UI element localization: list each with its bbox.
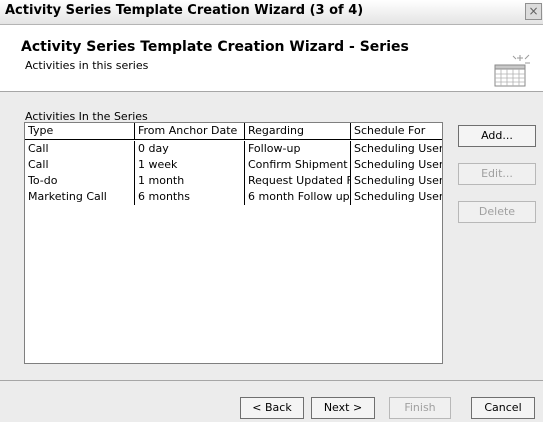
cell-regarding: Confirm Shipment bbox=[245, 157, 351, 173]
page-subtitle: Activities in this series bbox=[25, 59, 149, 72]
cell-schedule-for: Scheduling User bbox=[354, 174, 443, 187]
cell-type: Call bbox=[25, 157, 135, 173]
table-row[interactable]: To-do 1 month Request Updated F Scheduli… bbox=[25, 173, 443, 189]
edit-button[interactable]: Edit... bbox=[458, 163, 536, 185]
add-button[interactable]: Add... bbox=[458, 125, 536, 147]
wizard-window: Activity Series Template Creation Wizard… bbox=[0, 0, 543, 422]
column-header-regarding[interactable]: Regarding bbox=[245, 123, 351, 139]
wizard-header: Activity Series Template Creation Wizard… bbox=[0, 25, 543, 91]
cell-schedule-for: Scheduling User bbox=[354, 142, 443, 155]
table-row[interactable]: Call 0 day Follow-up Scheduling User bbox=[25, 141, 443, 157]
table-row[interactable]: Marketing Call 6 months 6 month Follow u… bbox=[25, 189, 443, 205]
cancel-button[interactable]: Cancel bbox=[471, 397, 535, 419]
footer-divider bbox=[0, 380, 543, 381]
column-header-type[interactable]: Type bbox=[25, 123, 135, 139]
activities-grid[interactable]: Type From Anchor Date Regarding Schedule… bbox=[24, 122, 443, 364]
cell-type: To-do bbox=[25, 173, 135, 189]
close-icon[interactable]: × bbox=[525, 3, 542, 20]
column-header-anchor-date[interactable]: From Anchor Date bbox=[135, 123, 245, 139]
finish-button[interactable]: Finish bbox=[389, 397, 451, 419]
column-header-schedule-for[interactable]: Schedule For bbox=[351, 123, 442, 139]
title-bar[interactable]: Activity Series Template Creation Wizard… bbox=[0, 0, 543, 25]
cell-anchor-date: 1 month bbox=[135, 173, 245, 189]
header-divider bbox=[0, 91, 543, 92]
cell-type: Call bbox=[25, 141, 135, 157]
back-button[interactable]: < Back bbox=[240, 397, 304, 419]
calendar-icon bbox=[494, 54, 530, 87]
cell-regarding: Request Updated F bbox=[245, 173, 351, 189]
grid-header: Type From Anchor Date Regarding Schedule… bbox=[25, 123, 442, 140]
cell-anchor-date: 0 day bbox=[135, 141, 245, 157]
next-button[interactable]: Next > bbox=[311, 397, 375, 419]
table-row[interactable]: Call 1 week Confirm Shipment Scheduling … bbox=[25, 157, 443, 173]
window-title: Activity Series Template Creation Wizard… bbox=[5, 3, 364, 18]
cell-schedule-for: Scheduling User bbox=[354, 190, 443, 203]
cell-anchor-date: 6 months bbox=[135, 189, 245, 205]
cell-regarding: Follow-up bbox=[245, 141, 351, 157]
cell-type: Marketing Call bbox=[25, 189, 135, 205]
cell-regarding: 6 month Follow up bbox=[245, 189, 351, 205]
cell-schedule-for: Scheduling User bbox=[354, 158, 443, 171]
delete-button[interactable]: Delete bbox=[458, 201, 536, 223]
page-title: Activity Series Template Creation Wizard… bbox=[21, 39, 409, 55]
cell-anchor-date: 1 week bbox=[135, 157, 245, 173]
